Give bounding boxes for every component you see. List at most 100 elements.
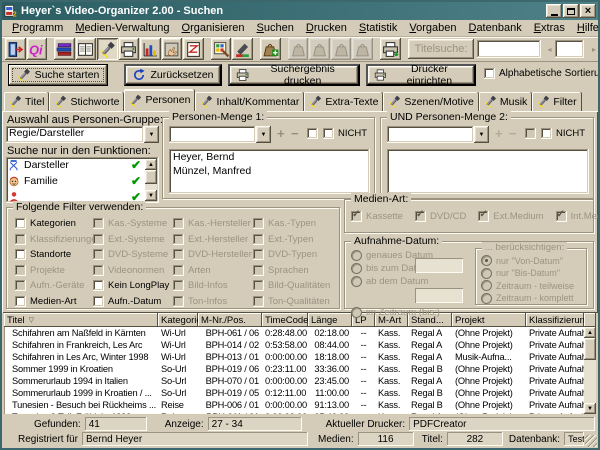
resize-grip[interactable] (585, 435, 597, 447)
funktionen-scrollbar[interactable]: ▲▼ (145, 159, 157, 201)
spinner-box[interactable] (555, 40, 584, 58)
tab-inhalt-kommentar[interactable]: Inhalt/Kommentar (195, 92, 304, 111)
scroll-thumb[interactable] (584, 338, 596, 360)
menubar: ProgrammMedien-VerwaltungOrganisierenSuc… (2, 20, 598, 37)
radio-button (481, 268, 492, 279)
chevron-down-icon[interactable]: ▼ (144, 126, 159, 143)
filter-checkbox-medien-art[interactable]: Medien-Art (15, 296, 95, 307)
menu-vorgaben[interactable]: Vorgaben (403, 21, 462, 35)
funktion-item-darsteller[interactable]: Darsteller✔ (6, 157, 145, 173)
scroll-up-icon[interactable]: ▲ (145, 159, 157, 170)
vorgaben-button[interactable] (162, 38, 183, 60)
alphabetische-sortierung-checkbox[interactable]: Alphabetische Sortierung (484, 68, 600, 79)
chevron-down-icon[interactable]: ▼ (256, 126, 271, 143)
filter-checkbox-standorte[interactable]: Standorte (15, 249, 95, 260)
column-header-titel[interactable]: Titel▽ (4, 313, 158, 327)
column-header-projekt[interactable]: Projekt (452, 313, 526, 327)
menge2-list[interactable] (387, 149, 589, 194)
menu-extras[interactable]: Extras (528, 21, 571, 35)
menu-suchen[interactable]: Suchen (251, 21, 300, 35)
funktionen-listbox[interactable]: Darsteller✔Familie✔✔▲▼ (6, 157, 159, 203)
table-row[interactable]: Sommerurlaub 1999 in Kroatien / ...So-Ur… (4, 387, 584, 399)
column-header-länge[interactable]: Länge (308, 313, 352, 327)
personen-gruppe-combobox[interactable]: Regie/Darsteller ▼ (6, 126, 159, 143)
beruecksichtigen-radio-zeitraum-teilweise: Zeitraum - teilweise (481, 280, 574, 291)
werkzeuge-farben-button[interactable] (211, 38, 232, 60)
table-row[interactable]: Schifahren in Les Arc, Winter 1998Wi-Url… (4, 351, 584, 363)
cell-m-art: Kass. (375, 339, 408, 351)
tab-stichworte[interactable]: Stichworte (49, 92, 124, 111)
filter-checkbox-kein-longplay[interactable]: Kein LongPlay (93, 280, 173, 291)
person-item[interactable]: Heyer, Bernd (173, 150, 366, 164)
menge1-nicht-checkbox[interactable]: NICHT (323, 128, 367, 139)
menge1-combobox[interactable]: ▼ (169, 126, 271, 143)
menu-medien-verwaltung[interactable]: Medien-Verwaltung (69, 21, 175, 35)
scroll-down-icon[interactable]: ▼ (145, 190, 157, 201)
medien-verwaltung-button[interactable] (54, 38, 75, 60)
table-scrollbar[interactable]: ▲▼ (584, 327, 596, 414)
spinner-right-icon[interactable]: ▸ (590, 40, 598, 58)
programm-beenden-button[interactable] (5, 38, 26, 60)
funktion-item-familie[interactable]: Familie✔ (6, 173, 145, 189)
statistik-button[interactable] (140, 38, 161, 60)
titelsuche-input[interactable] (477, 40, 541, 58)
column-header-m-nr-pos[interactable]: M-Nr./Pos. (198, 313, 262, 327)
menge1-option-checkbox[interactable] (307, 128, 318, 139)
suchergebnis-drucken-button[interactable]: Suchergebnis drucken (228, 64, 360, 86)
remove-person-button[interactable]: − (291, 128, 299, 140)
menge2-combobox[interactable]: ▼ (387, 126, 489, 143)
menge2-nicht-checkbox[interactable]: NICHT (541, 128, 585, 139)
tab-szenen-motive[interactable]: Szenen/Motive (383, 92, 478, 111)
tab-extra-texte[interactable]: Extra-Texte (304, 92, 383, 111)
druck-ausgabe-button[interactable] (380, 38, 401, 60)
menu-statistik[interactable]: Statistik (353, 21, 404, 35)
person-item[interactable]: Münzel, Manfred (173, 164, 366, 178)
filter-checkbox-aufn-datum[interactable]: Aufn.-Datum (93, 296, 173, 307)
menu-drucken[interactable]: Drucken (300, 21, 353, 35)
spinner-left-icon[interactable]: ◂ (545, 40, 553, 58)
close-button[interactable]: × (580, 4, 596, 18)
scroll-down-icon[interactable]: ▼ (584, 403, 596, 414)
checkbox-label: Ext.-Typen (268, 234, 313, 245)
menge1-list[interactable]: Heyer, BerndMünzel, Manfred (169, 149, 370, 194)
suchen-button[interactable] (97, 38, 118, 60)
tab-filter[interactable]: Filter (532, 92, 581, 111)
cell-m-art: Kass. (375, 351, 408, 363)
datum-radio-im-zeitraum-bis: im Zeitraum (bis:) (351, 307, 440, 318)
medium-aktion-2-button (309, 38, 330, 60)
organisieren-button[interactable] (76, 38, 97, 60)
menu-organisieren[interactable]: Organisieren (176, 21, 251, 35)
werkzeuge-stift-button[interactable] (232, 38, 253, 60)
chevron-down-icon[interactable]: ▼ (474, 126, 489, 143)
maximize-button[interactable] (563, 4, 579, 18)
column-header-timecode[interactable]: TimeCode (262, 313, 308, 327)
drucker-einrichten-button[interactable]: Drucker einrichten (366, 64, 476, 86)
table-row[interactable]: Sommer 1999 in KroatienSo-UrlBPH-019 / 0… (4, 363, 584, 375)
column-header-klassifizierung[interactable]: Klassifizierung (526, 313, 584, 327)
menu-hilfe[interactable]: Hilfe (571, 21, 600, 35)
table-row[interactable]: Sommerurlaub 1994 in ItalienSo-UrlBPH-07… (4, 375, 584, 387)
listen-button[interactable] (183, 38, 204, 60)
scroll-up-icon[interactable]: ▲ (584, 327, 596, 338)
add-person-button[interactable]: + (277, 128, 285, 140)
table-row[interactable]: Schifahren in Frankreich, Les ArcWi-UrlB… (4, 339, 584, 351)
suche-starten-button[interactable]: Suche starten (8, 64, 108, 86)
minimize-button[interactable] (546, 4, 562, 18)
sort-indicator: ▽ (29, 316, 34, 324)
drucken-button[interactable] (119, 38, 140, 60)
menu-programm[interactable]: Programm (6, 21, 69, 35)
menu-datenbank[interactable]: Datenbank (462, 21, 527, 35)
column-header-kategorie[interactable]: Kategorie (158, 313, 198, 327)
scroll-thumb[interactable] (145, 170, 157, 184)
filter-checkbox-kategorien[interactable]: Kategorien (15, 218, 95, 229)
tab-personen[interactable]: Personen (124, 89, 195, 111)
tab-musik[interactable]: Musik (479, 92, 532, 111)
quick-info-button[interactable]: Qi (27, 38, 48, 60)
radio-button (351, 250, 362, 261)
tab-titel[interactable]: Titel (4, 92, 49, 111)
zuruecksetzen-button[interactable]: Zurücksetzen (124, 64, 222, 86)
table-row[interactable]: Schifahren am Naßfeld in KärntenWi-UrlBP… (4, 327, 584, 339)
checkbox-label: Bild-Qualitäten (268, 280, 330, 291)
medium-hinzufuegen-button[interactable] (260, 38, 281, 60)
table-row[interactable]: Tunesien - Besuch bei Rückheims ...Reise… (4, 399, 584, 411)
